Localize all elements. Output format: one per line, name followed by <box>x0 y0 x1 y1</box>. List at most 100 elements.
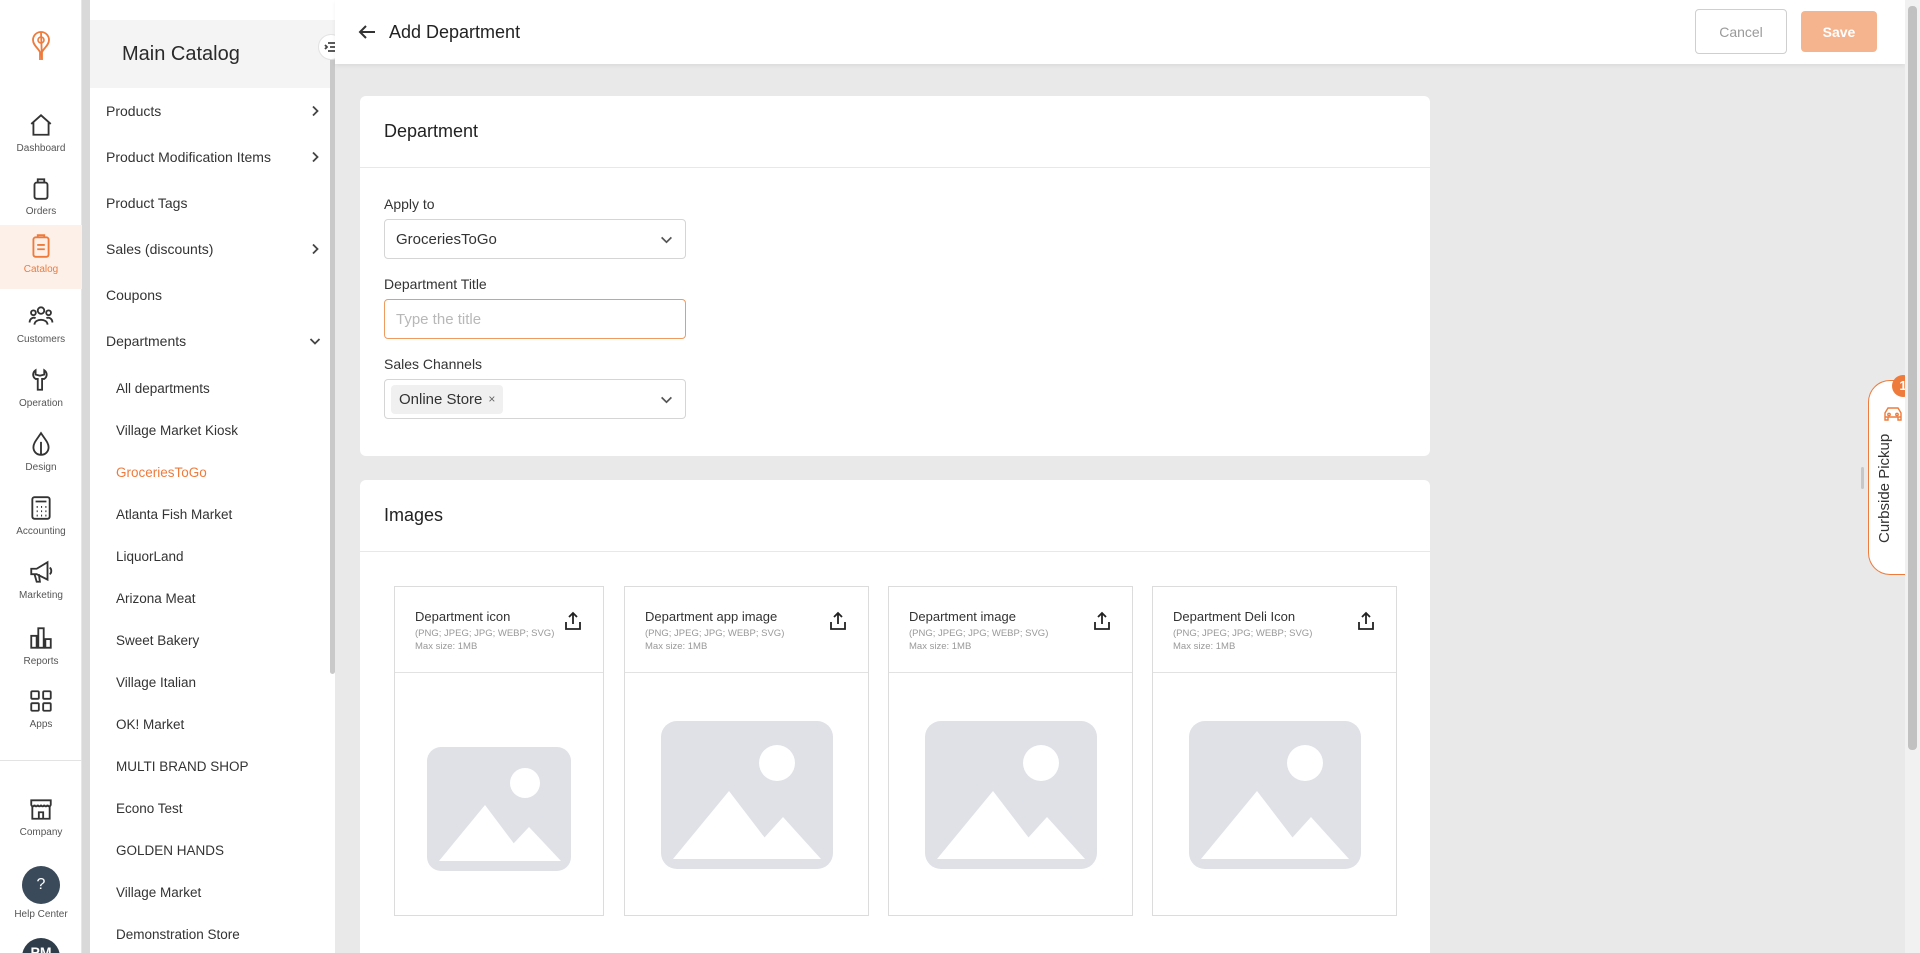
department-card: Department Apply to GroceriesToGo Depart… <box>360 96 1430 456</box>
nav-help-center[interactable]: ? Help Center <box>0 860 82 920</box>
sidebar-item-label: Products <box>106 103 162 119</box>
chip-remove-icon[interactable]: × <box>488 392 495 406</box>
department-link[interactable]: Village Italian <box>116 672 196 694</box>
clipboard-icon <box>32 234 50 258</box>
image-upload-header: Department image (PNG; JPEG; JPG; WEBP; … <box>889 587 1132 673</box>
department-link[interactable]: Sweet Bakery <box>116 630 199 652</box>
image-upload-card[interactable]: Department app image (PNG; JPEG; JPG; WE… <box>624 586 869 916</box>
nav-operation[interactable]: Operation <box>0 359 82 419</box>
department-link[interactable]: All departments <box>116 378 210 400</box>
department-link[interactable]: OK! Market <box>116 714 184 736</box>
main-nav-rail: Dashboard Orders Catalog Customers Opera… <box>0 0 82 953</box>
department-link[interactable]: Econo Test <box>116 798 183 820</box>
image-upload-size: Max size: 1MB <box>415 641 478 652</box>
images-card-title: Images <box>360 480 1430 552</box>
megaphone-icon <box>30 560 53 583</box>
department-link[interactable]: LiquorLand <box>116 546 184 568</box>
calculator-icon <box>31 496 51 520</box>
nav-design-label: Design <box>25 462 57 473</box>
image-upload-size: Max size: 1MB <box>909 641 972 652</box>
nav-apps[interactable]: Apps <box>0 680 82 740</box>
nav-reports[interactable]: Reports <box>0 617 82 677</box>
arrow-left-icon <box>358 25 375 39</box>
image-upload-header: Department icon (PNG; JPEG; JPG; WEBP; S… <box>395 587 603 673</box>
apply-to-label: Apply to <box>384 196 435 212</box>
nav-accounting-label: Accounting <box>16 526 66 537</box>
page-scrollbar-thumb[interactable] <box>1908 6 1917 750</box>
department-link[interactable]: Village Market <box>116 882 201 904</box>
curbside-drag-handle[interactable] <box>1861 467 1864 489</box>
sidebar-item-product-modification-items[interactable]: Product Modification Items <box>106 142 321 172</box>
sidebar-item-sales-discounts[interactable]: Sales (discounts) <box>106 234 321 264</box>
image-placeholder-icon <box>925 721 1097 869</box>
page-header: Add Department Cancel Save <box>335 0 1905 64</box>
nav-orders[interactable]: Orders <box>0 167 82 227</box>
rail-divider-strip <box>82 0 90 953</box>
department-title-input[interactable] <box>396 310 676 328</box>
image-upload-header: Department Deli Icon (PNG; JPEG; JPG; WE… <box>1153 587 1396 673</box>
nav-catalog-label: Catalog <box>23 264 59 275</box>
nav-marketing[interactable]: Marketing <box>0 551 82 611</box>
sidebar-item-products[interactable]: Products <box>106 96 321 126</box>
nav-customers-label: Customers <box>16 334 66 345</box>
department-link[interactable]: Arizona Meat <box>116 588 196 610</box>
department-title-field[interactable] <box>384 299 686 339</box>
sidebar-item-departments[interactable]: Departments <box>106 326 321 356</box>
sidebar-item-coupons[interactable]: Coupons <box>106 280 321 310</box>
upload-icon[interactable] <box>563 611 583 631</box>
nav-accounting[interactable]: Accounting <box>0 487 82 547</box>
back-button[interactable] <box>357 22 379 44</box>
bar-chart-icon <box>30 627 52 649</box>
image-placeholder-icon <box>1189 721 1361 869</box>
save-button[interactable]: Save <box>1801 11 1877 52</box>
sidebar-scrollbar[interactable] <box>330 54 335 674</box>
sidebar-title: Main Catalog <box>90 20 335 88</box>
sidebar-item-product-tags[interactable]: Product Tags <box>106 188 321 218</box>
department-link[interactable]: Atlanta Fish Market <box>116 504 232 526</box>
drop-icon <box>32 431 50 456</box>
upload-icon[interactable] <box>1356 611 1376 631</box>
car-icon <box>1884 407 1902 421</box>
department-card-title: Department <box>360 96 1430 168</box>
nav-company[interactable]: Company <box>0 788 82 848</box>
department-link[interactable]: Demonstration Store <box>116 924 240 946</box>
nav-operation-label: Operation <box>19 398 63 409</box>
image-upload-card[interactable]: Department Deli Icon (PNG; JPEG; JPG; WE… <box>1152 586 1397 916</box>
nav-dashboard[interactable]: Dashboard <box>0 104 82 164</box>
apply-to-select[interactable]: GroceriesToGo <box>384 219 686 259</box>
brand-logo-icon[interactable] <box>26 28 56 64</box>
cancel-button[interactable]: Cancel <box>1695 9 1787 54</box>
bag-icon <box>33 178 49 200</box>
nav-marketing-label: Marketing <box>19 590 63 601</box>
department-link[interactable]: Village Market Kiosk <box>116 420 238 442</box>
image-upload-header: Department app image (PNG; JPEG; JPG; WE… <box>625 587 868 673</box>
image-upload-card[interactable]: Department image (PNG; JPEG; JPG; WEBP; … <box>888 586 1133 916</box>
nav-design[interactable]: Design <box>0 423 82 483</box>
upload-icon[interactable] <box>1092 611 1112 631</box>
grid-icon <box>30 690 52 712</box>
sidebar-item-label: Sales (discounts) <box>106 241 214 257</box>
curbside-pickup-tab[interactable]: 1 Curbside Pickup <box>1861 375 1914 575</box>
image-placeholder-icon <box>427 747 571 871</box>
catalog-sidebar: Main Catalog Products Product Modificati… <box>90 0 335 953</box>
department-link-active[interactable]: GroceriesToGo <box>116 462 207 484</box>
sidebar-item-label: Coupons <box>106 287 163 303</box>
image-upload-size: Max size: 1MB <box>1173 641 1236 652</box>
image-placeholder-icon <box>661 721 833 869</box>
image-upload-card[interactable]: Department icon (PNG; JPEG; JPG; WEBP; S… <box>394 586 604 916</box>
nav-company-label: Company <box>19 827 63 838</box>
user-avatar[interactable]: PM <box>22 938 60 953</box>
page-scrollbar[interactable] <box>1905 0 1920 953</box>
curbside-pickup-label: Curbside Pickup <box>1876 433 1893 543</box>
page-title: Add Department <box>389 22 521 42</box>
nav-catalog[interactable]: Catalog <box>0 225 82 289</box>
users-icon <box>28 306 54 325</box>
channel-chip-label: Online Store <box>399 390 483 408</box>
nav-customers[interactable]: Customers <box>0 295 82 355</box>
department-link[interactable]: GOLDEN HANDS <box>116 840 224 862</box>
upload-icon[interactable] <box>828 611 848 631</box>
sales-channels-select[interactable]: Online Store × <box>384 379 686 419</box>
nav-reports-label: Reports <box>23 656 59 667</box>
department-link[interactable]: MULTI BRAND SHOP <box>116 756 249 778</box>
chevron-right-icon <box>312 151 319 163</box>
